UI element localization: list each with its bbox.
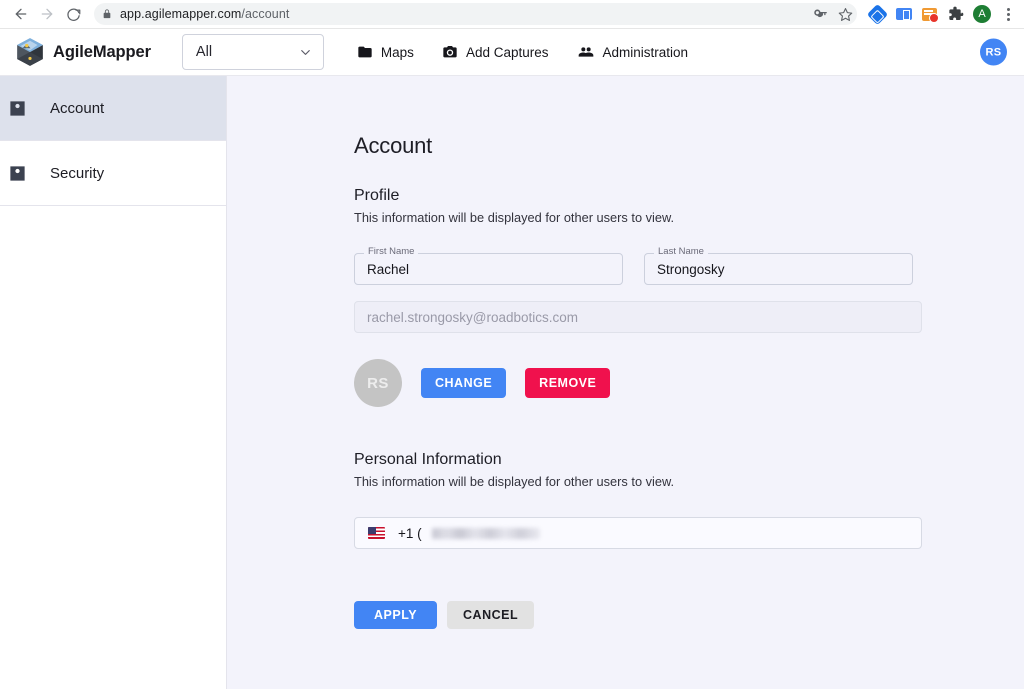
people-group-icon <box>577 44 595 60</box>
scope-select-value: All <box>195 44 213 60</box>
personal-section-title: Personal Information <box>354 451 502 468</box>
extensions-tray: A <box>861 3 1016 25</box>
lock-icon <box>102 8 112 20</box>
puzzle-extension-icon[interactable] <box>947 6 964 23</box>
email-field: rachel.strongosky@roadbotics.com <box>354 301 922 333</box>
phone-prefix: +1 ( <box>398 525 422 541</box>
first-name-field[interactable]: First Name Rachel <box>354 247 623 285</box>
us-flag-icon <box>368 527 385 539</box>
avatar-row: RS CHANGE REMOVE <box>354 359 1024 407</box>
phone-redacted-value <box>431 527 540 539</box>
nav-item-add-captures[interactable]: Add Captures <box>442 44 549 60</box>
nav-item-administration[interactable]: Administration <box>577 44 689 60</box>
blue-diamond-extension-icon[interactable] <box>866 3 889 25</box>
app-body: Account Security Account Profile This in… <box>0 76 1024 689</box>
last-name-label: Last Name <box>654 247 708 257</box>
account-box-icon <box>8 164 27 183</box>
email-value: rachel.strongosky@roadbotics.com <box>367 309 579 325</box>
brand[interactable]: AgileMapper <box>16 37 151 67</box>
address-bar[interactable]: app.agilemapper.com/account <box>94 3 857 25</box>
scope-select[interactable]: All <box>181 34 324 70</box>
first-name-value: Rachel <box>367 261 410 277</box>
url-path: /account <box>241 7 290 21</box>
sidebar-item-account[interactable]: Account <box>0 76 226 141</box>
sidebar: Account Security <box>0 76 227 689</box>
key-icon[interactable] <box>813 7 828 22</box>
sidebar-item-label: Account <box>50 99 105 117</box>
app-header: AgileMapper All Maps Add Captures Admini… <box>0 29 1024 76</box>
nav-item-maps[interactable]: Maps <box>357 44 414 60</box>
form-actions: APPLY CANCEL <box>354 601 1024 629</box>
top-nav: Maps Add Captures Administration <box>357 44 688 60</box>
nav-item-label: Administration <box>602 44 689 60</box>
agilemapper-cube-logo <box>17 38 43 66</box>
change-avatar-button[interactable]: CHANGE <box>421 368 507 398</box>
reload-icon[interactable] <box>60 1 86 27</box>
url-host: app.agilemapper.com <box>120 7 242 21</box>
phone-field[interactable]: +1 ( <box>354 517 922 549</box>
brand-name: AgileMapper <box>53 42 151 61</box>
profile-section-title: Profile <box>354 187 400 204</box>
account-box-icon <box>8 99 27 118</box>
forward-arrow-icon <box>34 1 60 27</box>
profile-avatar-icon[interactable]: A <box>973 5 991 23</box>
main-content: Account Profile This information will be… <box>227 76 1024 689</box>
nav-item-label: Add Captures <box>465 44 549 60</box>
profile-avatar: RS <box>354 359 402 407</box>
url-text: app.agilemapper.com/account <box>120 7 289 21</box>
last-name-value: Strongosky <box>657 261 725 277</box>
name-fields-row: First Name Rachel Last Name Strongosky <box>354 247 1024 285</box>
three-dot-menu-icon[interactable] <box>1000 5 1016 23</box>
camera-icon <box>442 44 458 60</box>
nav-item-label: Maps <box>380 44 414 60</box>
star-icon[interactable] <box>838 7 853 22</box>
back-arrow-icon[interactable] <box>8 1 34 27</box>
last-name-field[interactable]: Last Name Strongosky <box>644 247 913 285</box>
sidebar-item-label: Security <box>50 164 105 182</box>
sidebar-item-security[interactable]: Security <box>0 141 226 206</box>
folder-icon <box>357 44 373 60</box>
page-title: Account <box>354 133 433 158</box>
cancel-button[interactable]: CANCEL <box>447 601 535 629</box>
header-avatar[interactable]: RS <box>980 38 1007 66</box>
blue-card-extension-icon[interactable] <box>895 6 912 23</box>
profile-section-subtitle: This information will be displayed for o… <box>354 210 675 225</box>
first-name-label: First Name <box>364 247 419 257</box>
chevron-down-icon <box>298 45 313 60</box>
orange-badge-extension-icon[interactable] <box>921 6 939 23</box>
browser-toolbar: app.agilemapper.com/account A <box>0 0 1024 29</box>
remove-avatar-button[interactable]: REMOVE <box>525 368 611 398</box>
apply-button[interactable]: APPLY <box>354 601 438 629</box>
personal-section-subtitle: This information will be displayed for o… <box>354 474 675 489</box>
